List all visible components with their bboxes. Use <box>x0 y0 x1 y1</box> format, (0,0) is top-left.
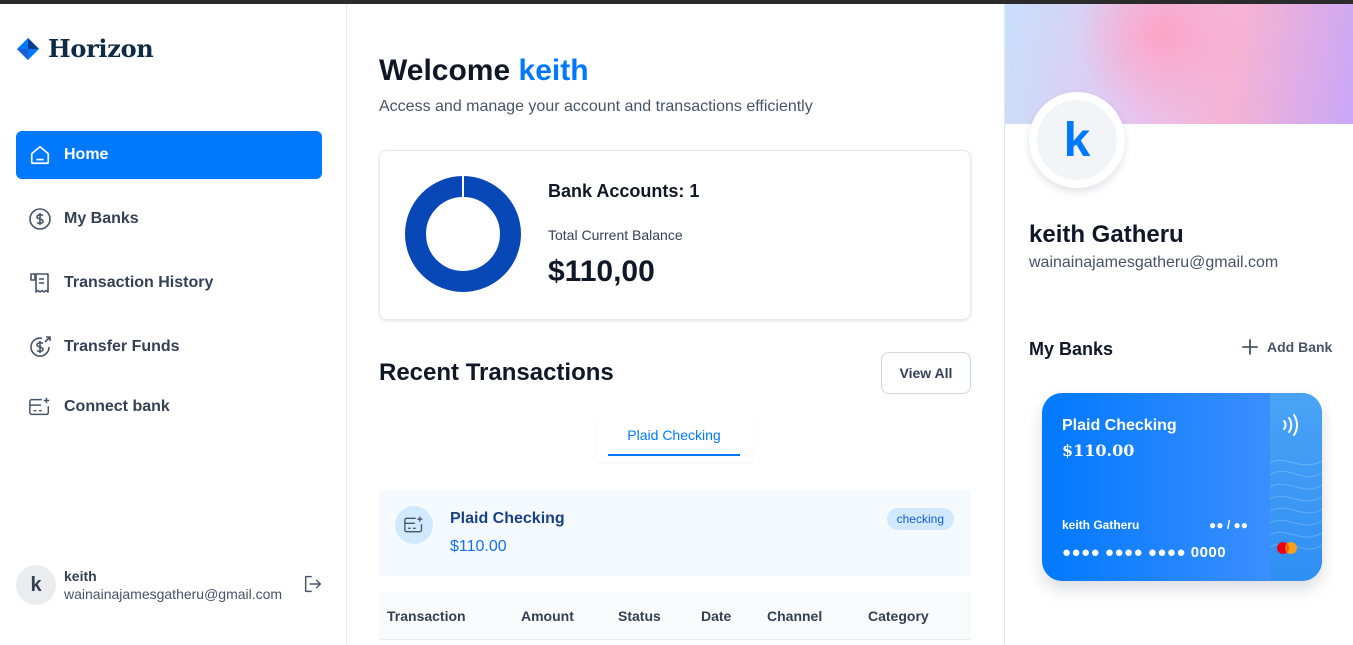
balance-donut-chart <box>405 175 521 292</box>
sidebar-item-my-banks[interactable]: My Banks <box>16 195 322 243</box>
sidebar-item-label: Home <box>64 146 109 163</box>
home-icon <box>28 143 52 167</box>
recent-transactions-title: Recent Transactions <box>379 359 614 386</box>
horizon-logo-icon <box>17 37 39 60</box>
logo-text: Horizon <box>48 34 154 63</box>
dollar-circle-icon <box>28 207 52 231</box>
my-banks-title: My Banks <box>1029 339 1114 359</box>
column-header-date[interactable]: Date <box>701 608 731 624</box>
card-number: ●●●● ●●●● ●●●● 0000 <box>1062 544 1227 561</box>
sidebar-item-label: Connect bank <box>64 398 170 415</box>
user-name: keith <box>64 568 97 584</box>
sidebar-nav: Home My Banks Transaction History Transf… <box>16 131 322 447</box>
plus-icon <box>1242 339 1258 355</box>
tab-plaid-checking[interactable]: Plaid Checking <box>608 416 740 456</box>
sidebar-item-transfer-funds[interactable]: Transfer Funds <box>16 323 322 371</box>
user-email: wainainajamesgatheru@gmail.com <box>64 586 283 602</box>
sidebar-item-transaction-history[interactable]: Transaction History <box>16 259 322 307</box>
column-header-channel[interactable]: Channel <box>767 608 822 624</box>
view-all-button[interactable]: View All <box>881 352 971 394</box>
welcome-user-name: keith <box>518 54 589 87</box>
bank-card[interactable]: Plaid Checking $110.00 keith Gatheru ●● … <box>1042 393 1322 581</box>
profile-email: wainainajamesgatheru@gmail.com <box>1029 254 1279 271</box>
profile-initial: k <box>1037 100 1117 180</box>
sidebar-item-label: My Banks <box>64 210 139 227</box>
bank-account-summary[interactable]: Plaid Checking $110.00 checking <box>379 490 971 576</box>
page-title: Welcome keith <box>379 54 589 88</box>
avatar: k <box>16 565 56 605</box>
page-subtitle: Access and manage your account and trans… <box>379 98 813 115</box>
sidebar-item-label: Transfer Funds <box>64 338 180 355</box>
right-sidebar: k keith Gatheru wainainajamesgatheru@gma… <box>1004 4 1353 645</box>
add-bank-button[interactable]: Add Bank <box>1241 338 1332 356</box>
card-add-icon <box>28 395 52 419</box>
card-bank-name: Plaid Checking <box>1062 417 1177 434</box>
column-header-transaction[interactable]: Transaction <box>387 608 466 624</box>
receipt-icon <box>28 271 52 295</box>
sidebar: Horizon Home My Banks Transaction Histor… <box>0 4 347 645</box>
profile-name: keith Gatheru <box>1029 221 1184 248</box>
welcome-text: Welcome <box>379 54 511 87</box>
total-balance-value: $110,00 <box>548 255 655 288</box>
column-header-status[interactable]: Status <box>618 608 661 624</box>
card-holder-name: keith Gatheru <box>1062 518 1140 532</box>
transactions-table-header: Transaction Amount Status Date Channel C… <box>379 592 971 640</box>
sidebar-item-label: Transaction History <box>64 274 214 291</box>
account-tabs: Plaid Checking <box>596 416 753 462</box>
sidebar-user: k keith wainainajamesgatheru@gmail.com <box>16 565 326 605</box>
main-content: Welcome keith Access and manage your acc… <box>347 4 1004 645</box>
column-header-category[interactable]: Category <box>868 608 929 624</box>
logo[interactable]: Horizon <box>16 34 154 63</box>
account-type-badge: checking <box>886 508 954 530</box>
account-name: Plaid Checking <box>450 510 565 527</box>
logout-icon[interactable] <box>302 573 326 597</box>
user-info: keith wainainajamesgatheru@gmail.com <box>64 568 282 602</box>
mastercard-icon <box>1277 542 1297 554</box>
sidebar-item-home[interactable]: Home <box>16 131 322 179</box>
total-balance-label: Total Current Balance <box>548 227 683 243</box>
add-bank-label: Add Bank <box>1267 339 1333 355</box>
card-expiry: ●● / ●● <box>1209 518 1248 532</box>
account-balance: $110.00 <box>450 538 507 555</box>
profile-avatar: k <box>1029 92 1125 188</box>
sidebar-item-connect-bank[interactable]: Connect bank <box>16 383 322 431</box>
money-send-icon <box>28 335 52 359</box>
total-balance-card: Bank Accounts: 1 Total Current Balance $… <box>379 150 971 320</box>
card-add-icon <box>395 506 433 544</box>
bank-accounts-count: Bank Accounts: 1 <box>548 181 700 201</box>
contactless-icon <box>1283 414 1298 436</box>
card-balance: $110.00 <box>1062 441 1135 460</box>
column-header-amount[interactable]: Amount <box>521 608 574 624</box>
